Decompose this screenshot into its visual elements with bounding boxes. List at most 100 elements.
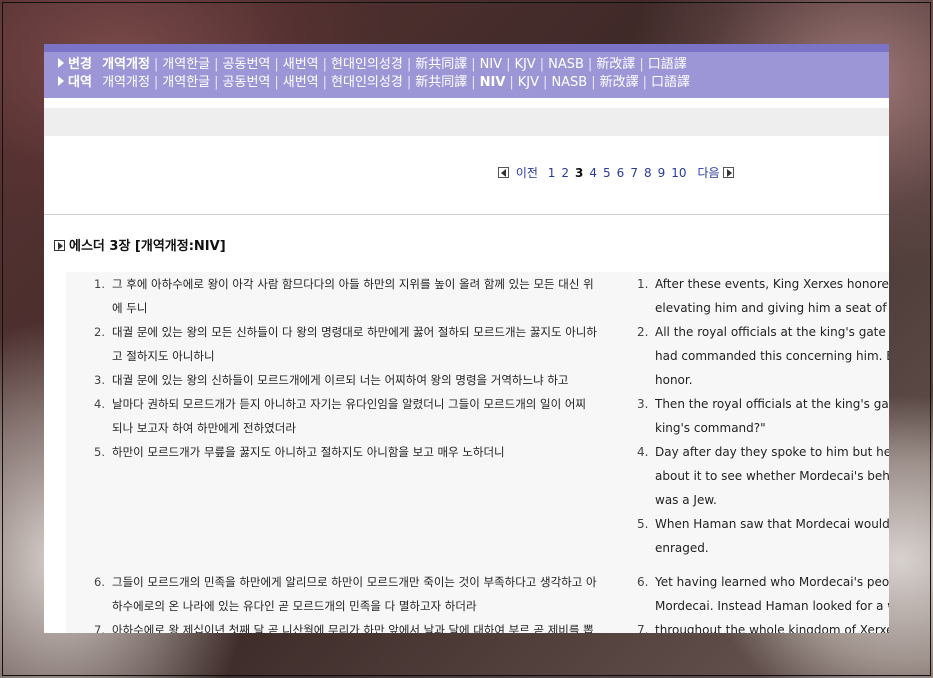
verse-line: 하수에로의 온 나라에 있는 유다인 곧 모르드개의 민족을 다 멸하고자 하더… [112,599,477,613]
nav-version-link[interactable]: NASB [548,57,584,72]
page-link-4[interactable]: 4 [589,166,597,180]
nav-version-link[interactable]: 口語譯 [648,57,687,72]
verse-line: After these events, King Xerxes honored … [655,277,889,291]
top-accent-bar [44,44,889,52]
prev-link[interactable]: 이전 [516,166,538,180]
nav-version-link[interactable]: 新共同譯 [415,75,467,90]
nav-version-link[interactable]: NIV [480,75,506,90]
gray-toolbar [44,108,889,136]
verse-number: 7. [637,623,649,633]
nav-separator: | [322,75,328,90]
verse-line: had commanded this concerning him. But M [655,349,889,363]
verse: 5. When Haman saw that Mordecai would not… [637,512,889,560]
page-link-2[interactable]: 2 [561,166,569,180]
nav-separator: | [642,75,648,90]
nav-version-link[interactable]: KJV [514,57,535,72]
verse-line: 하만이 모르드개가 무릎을 꿇지도 아니하고 절하지도 아니함을 보고 매우 노… [112,445,505,459]
verse-content: 1. 그 후에 아하수에로 왕이 아각 사람 함므다다의 아들 하만의 지위를 높… [66,272,889,633]
page-link-8[interactable]: 8 [644,166,652,180]
nav-label-change: 변경 [68,57,92,72]
verse-line: honor. [655,373,693,387]
verse: 6. 그들이 모르드개의 민족을 하만에게 알리므로 하만이 모르드개만 죽이는 … [94,570,606,618]
verse-number: 7. [94,623,105,633]
verse-number: 5. [94,445,105,459]
nav-version-link[interactable]: 공동번역 [223,57,271,72]
verse: 6. Yet having learned who Mordecai's peop… [637,570,889,618]
verse: 2. All the royal officials at the king's … [637,320,889,392]
nav-version-link[interactable]: KJV [518,75,539,90]
nav-version-link[interactable]: 개역한글 [162,75,210,90]
version-nav: 변경 개역개정 | 개역한글 | 공동번역 | 새번역 | 현대인의성경 | 新共同譯 | NIV | KJ… [44,52,889,98]
verse-line: about it to see whether Mordecai's behav… [655,469,889,483]
nav-separator: | [274,75,279,90]
page-link-10[interactable]: 10 [671,166,686,180]
verse-line: king's command?" [655,421,766,435]
verse-number: 1. [637,277,649,291]
nav-version-link[interactable]: 현대인의성경 [331,57,403,72]
page-link-1[interactable]: 1 [548,166,556,180]
nav-separator: | [322,57,328,72]
nav-separator: | [153,75,159,90]
triangle-icon [58,76,64,86]
nav-version-link[interactable]: 현대인의성경 [331,75,403,90]
triangle-icon [58,58,64,68]
verse-number: 2. [94,325,105,339]
nav-separator: | [153,57,159,72]
nav-version-link[interactable]: 口語譯 [651,75,690,90]
nav-version-link[interactable]: NIV [480,57,502,72]
verse-line: 대궐 문에 있는 왕의 신하들이 모르드개에게 이르되 너는 어찌하여 왕의 명… [112,373,569,387]
nav-separator: | [506,57,511,72]
verse-number: 6. [637,575,649,589]
divider [44,214,889,215]
nav-version-link[interactable]: 새번역 [283,57,319,72]
verse-line: 에 두니 [112,301,148,315]
page-link-5[interactable]: 5 [603,166,611,180]
nav-separator: | [214,57,219,72]
nav-version-link[interactable]: 개역개정 [102,57,150,72]
pagination: 이전 1 2 3 4 5 6 7 8 9 10 다음 [498,164,734,181]
nav-version-link[interactable]: 新共同譯 [415,57,467,72]
page-link-7[interactable]: 7 [630,166,638,180]
nav-version-link[interactable]: 개역한글 [162,57,210,72]
nav-version-link[interactable]: 新改譯 [600,75,639,90]
verse-line: 되나 보고자 하여 하만에게 전하였더라 [112,421,296,435]
verse: 4. Day after day they spoke to him but he… [637,440,889,512]
next-arrow-icon[interactable] [722,167,734,178]
prev-arrow-icon[interactable] [498,167,509,178]
verse-line: 그 후에 아하수에로 왕이 아각 사람 함므다다의 아들 하만의 지위를 높이 … [112,277,594,291]
nav-version-link[interactable]: 개역개정 [102,75,150,90]
nav-version-link[interactable]: NASB [551,75,587,90]
verse-line: Yet having learned who Mordecai's people… [655,575,889,589]
nav-version-link[interactable]: 공동번역 [223,75,271,90]
next-link[interactable]: 다음 [698,166,720,180]
verse: 4. 날마다 권하되 모르드개가 듣지 아니하고 자기는 유다인임을 알렸더니 그… [94,392,606,440]
play-box-icon [54,240,65,251]
verse-line: 대궐 문에 있는 왕의 모든 신하들이 다 왕의 명령대로 하만에게 꿇어 절하… [112,325,597,339]
verse: 3. Then the royal officials at the king's… [637,392,889,440]
nav-separator: | [471,57,476,72]
verse: 1. After these events, King Xerxes honore… [637,272,889,320]
nav-separator: | [406,75,412,90]
verse-number: 5. [637,517,649,531]
nav-separator: | [587,57,593,72]
page-link-6[interactable]: 6 [617,166,625,180]
verse-line: 날마다 권하되 모르드개가 듣지 아니하고 자기는 유다인임을 알렸더니 그들이… [112,397,586,411]
nav-separator: | [591,75,596,90]
verse-line: Then the royal officials at the king's g… [655,397,889,411]
nav-separator: | [471,75,476,90]
verse-line: Mordecai. Instead Haman looked for a way [655,599,889,613]
nav-row-parallel: 대역 개역개정 | 개역한글 | 공동번역 | 새번역 | 현대인의성경 | 新共同譯 | NIV | KJ… [58,74,889,92]
verse-line: 고 절하지도 아니하니 [112,349,215,363]
nav-separator: | [539,57,545,72]
nav-version-link[interactable]: 新改譯 [596,57,635,72]
nav-separator: | [509,75,514,90]
page-link-3[interactable]: 3 [575,166,583,180]
verse-line: throughout the whole kingdom of Xerxes [655,623,889,633]
nav-version-link[interactable]: 새번역 [283,75,319,90]
chapter-title: 에스더 3장 [개역개정:NIV] [54,235,226,254]
nav-separator: | [639,57,644,72]
nav-separator: | [406,57,412,72]
page-link-9[interactable]: 9 [658,166,666,180]
verse: 2. 대궐 문에 있는 왕의 모든 신하들이 다 왕의 명령대로 하만에게 꿇어 … [94,320,606,368]
verse-line: When Haman saw that Mordecai would not [655,517,889,531]
